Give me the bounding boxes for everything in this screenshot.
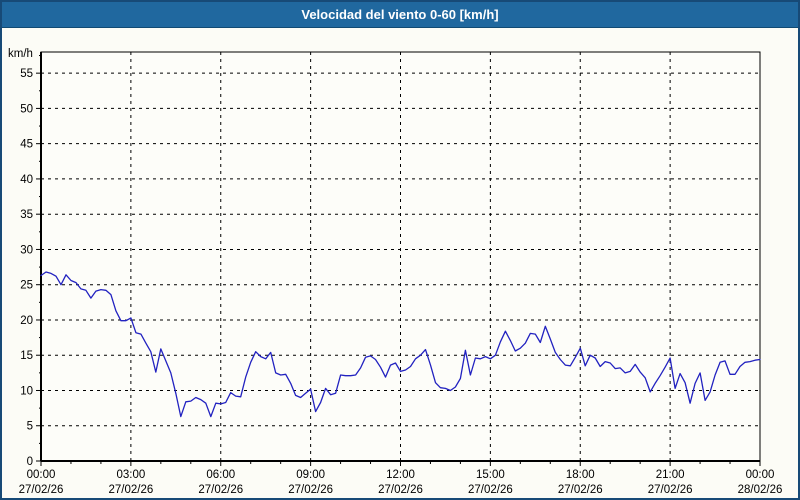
svg-text:km/h: km/h (8, 48, 33, 60)
svg-text:21:00: 21:00 (656, 469, 685, 481)
wind-chart-window: Velocidad del viento 0-60 [km/h] 0 5 10 15 2… (0, 0, 800, 500)
svg-text:27/02/26: 27/02/26 (378, 484, 423, 496)
svg-text:03:00: 03:00 (116, 469, 145, 481)
svg-text:30: 30 (20, 244, 33, 256)
chart-title: Velocidad del viento 0-60 [km/h] (301, 7, 498, 22)
svg-text:10: 10 (20, 385, 33, 397)
svg-text:0: 0 (27, 456, 33, 468)
svg-text:40: 40 (20, 174, 33, 186)
svg-text:27/02/26: 27/02/26 (19, 484, 64, 496)
svg-text:06:00: 06:00 (206, 469, 235, 481)
svg-text:55: 55 (20, 68, 33, 80)
svg-text:27/02/26: 27/02/26 (108, 484, 153, 496)
chart-title-bar: Velocidad del viento 0-60 [km/h] (2, 2, 798, 28)
svg-text:45: 45 (20, 139, 33, 151)
svg-text:12:00: 12:00 (386, 469, 415, 481)
svg-text:15: 15 (20, 350, 33, 362)
svg-text:00:00: 00:00 (746, 469, 775, 481)
svg-text:27/02/26: 27/02/26 (468, 484, 513, 496)
svg-text:00:00: 00:00 (27, 469, 56, 481)
svg-text:15:00: 15:00 (476, 469, 505, 481)
chart-area: 0 5 10 15 20 25 30 35 40 45 50 55 00:00 27/02/26 03:00… (2, 28, 798, 498)
svg-text:25: 25 (20, 280, 33, 292)
svg-text:50: 50 (20, 103, 33, 115)
svg-text:27/02/26: 27/02/26 (288, 484, 333, 496)
svg-text:27/02/26: 27/02/26 (648, 484, 693, 496)
svg-text:27/02/26: 27/02/26 (198, 484, 243, 496)
svg-text:09:00: 09:00 (296, 469, 325, 481)
wind-speed-line-chart: 0 5 10 15 20 25 30 35 40 45 50 55 00:00 27/02/26 03:00… (2, 28, 798, 498)
svg-text:35: 35 (20, 209, 33, 221)
svg-text:20: 20 (20, 315, 33, 327)
svg-text:5: 5 (27, 421, 33, 433)
svg-text:28/02/26: 28/02/26 (738, 484, 783, 496)
svg-text:27/02/26: 27/02/26 (558, 484, 603, 496)
svg-text:18:00: 18:00 (566, 469, 595, 481)
